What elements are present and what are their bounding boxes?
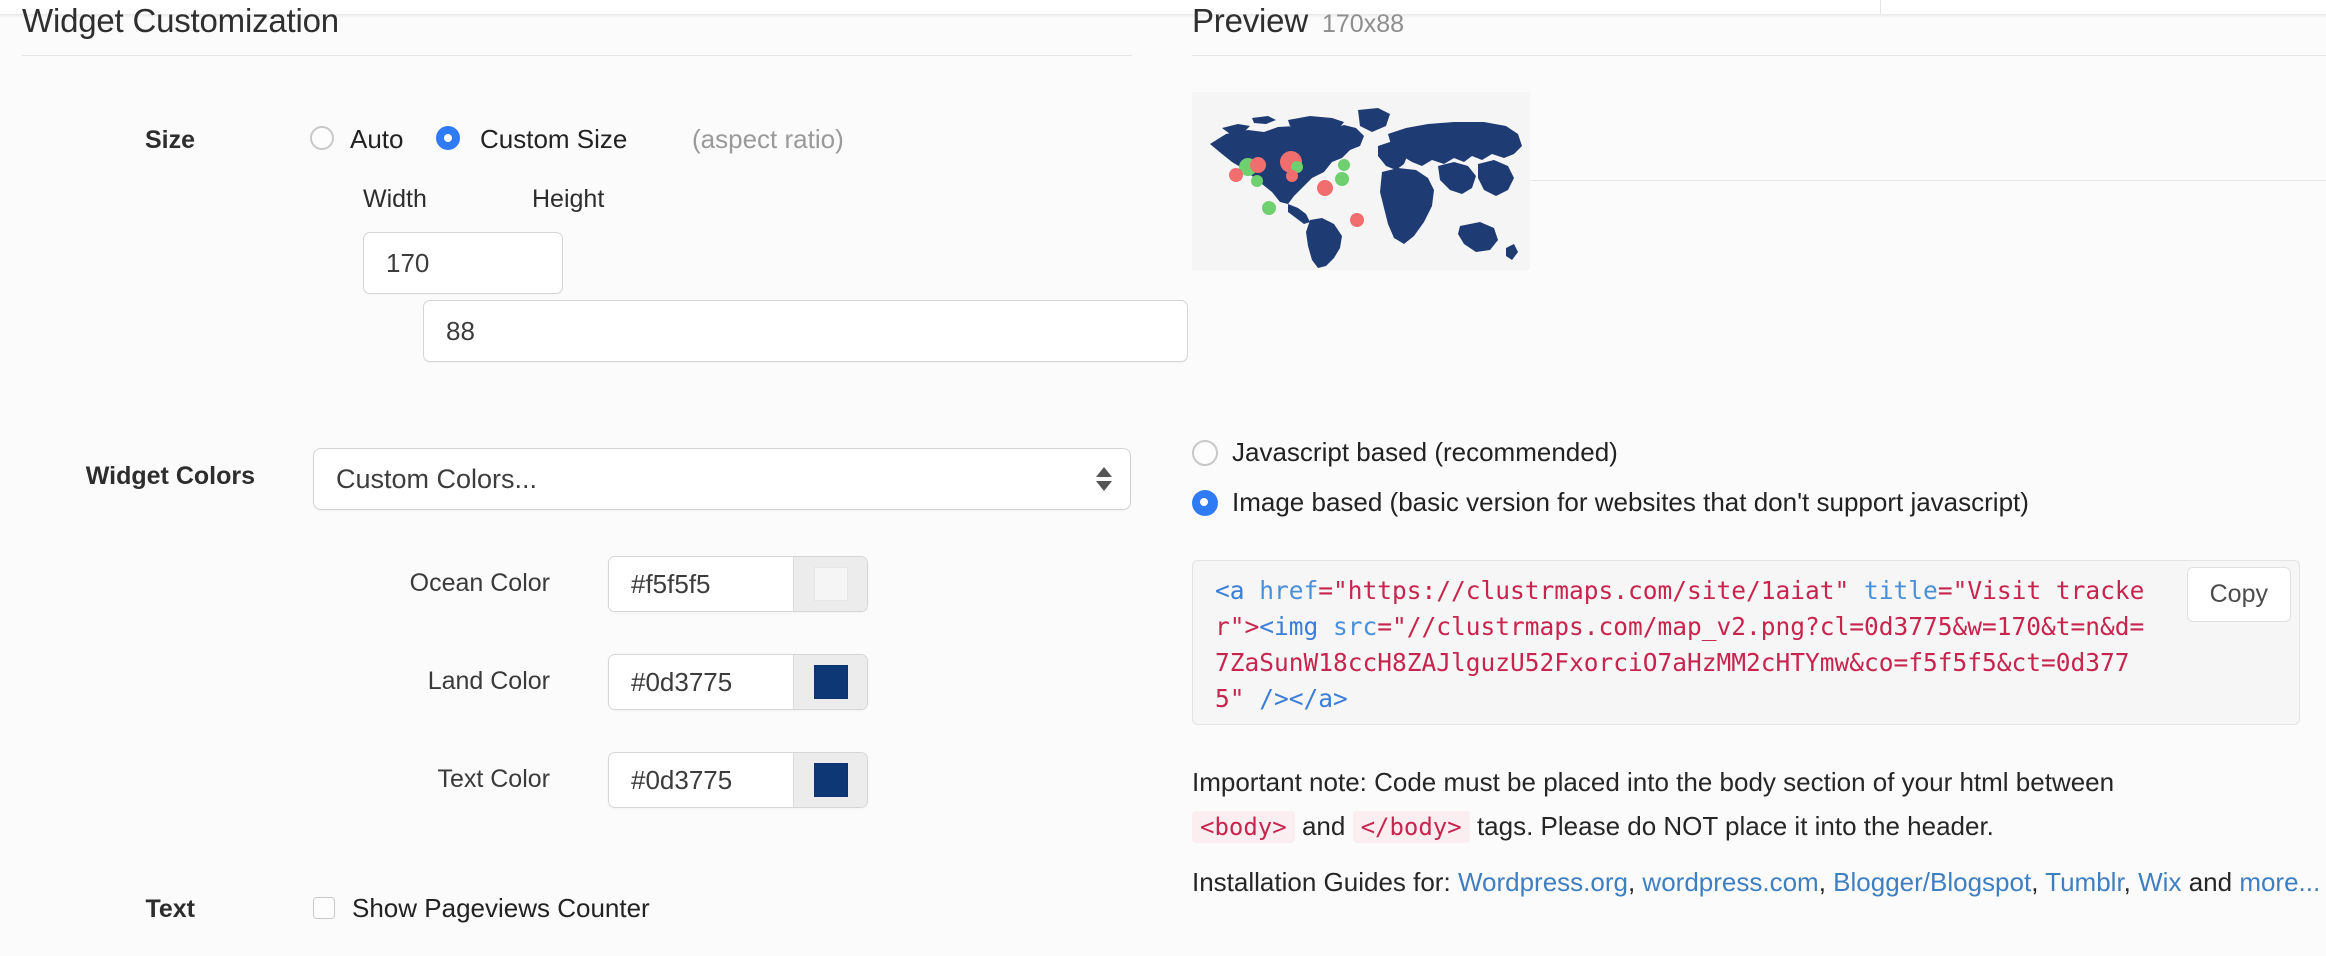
important-note-suffix: tags. Please do NOT place it into the he…: [1476, 811, 1994, 841]
note-and: and: [1301, 811, 1346, 841]
ocean-color-field[interactable]: #f5f5f5: [608, 556, 868, 612]
ocean-color-label: Ocean Color: [409, 569, 550, 597]
copy-button[interactable]: Copy: [2186, 567, 2291, 622]
ocean-color-swatch: [813, 567, 848, 601]
text-color-value[interactable]: #0d3775: [609, 753, 793, 807]
body-open-tag: <body>: [1192, 811, 1295, 843]
preview-title: Preview: [1192, 2, 1308, 39]
install-link-tumblr[interactable]: Tumblr: [2038, 867, 2124, 897]
widget-colors-select-value: Custom Colors...: [336, 463, 538, 494]
height-input[interactable]: 88: [423, 300, 1188, 362]
code-type-image-radio[interactable]: [1192, 490, 1218, 516]
width-input[interactable]: 170: [363, 232, 563, 294]
ocean-color-swatch-button[interactable]: [793, 557, 867, 611]
widget-code-snippet[interactable]: <a href="https://clustrmaps.com/site/1ai…: [1215, 573, 2149, 717]
show-pageviews-checkbox[interactable]: [313, 897, 335, 919]
land-color-swatch-button[interactable]: [793, 655, 867, 709]
installation-guides: Installation Guides for: Wordpress.org, …: [1192, 860, 2322, 904]
title-divider: [22, 55, 1132, 56]
land-color-value[interactable]: #0d3775: [609, 655, 793, 709]
text-color-swatch: [813, 763, 848, 797]
text-color-swatch-button[interactable]: [793, 753, 867, 807]
size-auto-radio[interactable]: [310, 126, 334, 150]
text-color-field[interactable]: #0d3775: [608, 752, 868, 808]
widget-colors-label: Widget Colors: [85, 462, 255, 490]
widget-customization-page: Widget Customization Size Auto Custom Si…: [0, 0, 2326, 956]
preview-header: Preview 170x88: [1192, 2, 1404, 40]
install-link-wix[interactable]: Wix: [2131, 867, 2181, 897]
height-column-header: Height: [532, 185, 605, 213]
install-links-container: Wordpress.org, wordpress.com, Blogger/Bl…: [1458, 867, 2189, 897]
code-type-image-label[interactable]: Image based (basic version for websites …: [1232, 487, 2029, 518]
world-map-svg: [1192, 92, 1530, 270]
link-separator: ,: [2123, 867, 2131, 897]
land-color-label: Land Color: [427, 667, 550, 695]
code-type-javascript-label[interactable]: Javascript based (recommended): [1232, 437, 1618, 468]
important-note: Important note: Code must be placed into…: [1192, 760, 2322, 849]
text-color-label: Text Color: [437, 765, 550, 793]
preview-map: [1192, 92, 1530, 270]
preview-dimensions: 170x88: [1321, 10, 1405, 38]
preview-divider: [1192, 55, 2326, 56]
size-custom-radio[interactable]: [436, 126, 460, 150]
show-pageviews-label[interactable]: Show Pageviews Counter: [352, 893, 650, 924]
install-link-wordpress-com[interactable]: wordpress.com: [1635, 867, 1818, 897]
page-title: Widget Customization: [22, 2, 339, 39]
widget-colors-select[interactable]: Custom Colors...: [313, 448, 1131, 510]
text-section-label: Text: [145, 895, 195, 923]
land-color-field[interactable]: #0d3775: [608, 654, 868, 710]
size-custom-label[interactable]: Custom Size: [480, 124, 627, 155]
important-note-prefix: Important note: Code must be placed into…: [1192, 767, 2115, 797]
code-type-javascript-radio[interactable]: [1192, 440, 1218, 466]
body-close-tag: </body>: [1352, 811, 1470, 843]
install-prefix: Installation Guides for:: [1192, 867, 1451, 897]
chevron-updown-icon: [1096, 467, 1112, 491]
install-link-blogger-blogspot[interactable]: Blogger/Blogspot: [1826, 867, 2031, 897]
left-column: Widget Customization Size Auto Custom Si…: [0, 0, 1188, 956]
install-and: and: [2188, 867, 2233, 897]
land-color-swatch: [813, 665, 848, 699]
size-auto-label[interactable]: Auto: [350, 124, 404, 155]
install-more-link[interactable]: more...: [2239, 867, 2320, 897]
size-label: Size: [144, 126, 195, 154]
width-column-header: Width: [363, 185, 427, 213]
widget-code-box: <a href="https://clustrmaps.com/site/1ai…: [1192, 560, 2300, 725]
install-link-wordpress-org[interactable]: Wordpress.org: [1458, 867, 1628, 897]
ocean-color-value[interactable]: #f5f5f5: [609, 557, 793, 611]
link-separator: ,: [1818, 867, 1826, 897]
size-custom-hint: (aspect ratio): [692, 124, 844, 154]
